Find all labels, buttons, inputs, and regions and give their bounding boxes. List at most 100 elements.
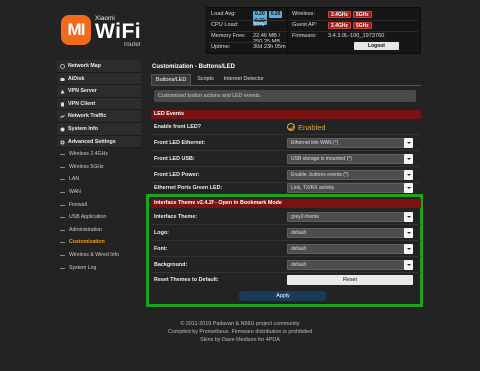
sidebar-item-aidisk[interactable]: AiDisk	[57, 72, 141, 86]
enable-led-value: Enabled	[298, 122, 326, 132]
client-icon	[61, 102, 64, 107]
check-circle-icon	[287, 123, 295, 131]
led-power-label: Front LED Power:	[154, 172, 200, 178]
info-icon	[60, 127, 65, 132]
wireless-label: Wireless:	[292, 11, 315, 17]
map-icon	[60, 64, 65, 69]
guest-2g-badge[interactable]: 2.4GHz	[328, 22, 351, 29]
wireless-5g-badge[interactable]: 5GHz	[352, 11, 372, 18]
logo-select[interactable]: default	[287, 228, 413, 238]
led-ethernet-select[interactable]: Ethernet link WAN (*)	[287, 138, 413, 148]
cpu-load-label: CPU Load:	[211, 22, 239, 28]
sidebar-item-network-traffic[interactable]: Network Traffic	[57, 110, 141, 123]
sidebar-item-vpn-client[interactable]: VPN Client	[57, 97, 141, 111]
chevron-down-icon	[404, 260, 413, 270]
led-ports-label: Ethernet Ports Green LED:	[154, 185, 223, 191]
uptime-label: Uptime:	[211, 44, 231, 50]
enable-led-toggle[interactable]: Enabled	[287, 122, 326, 132]
background-select[interactable]: default	[287, 260, 413, 270]
chevron-down-icon	[404, 154, 413, 164]
led-usb-row: Front LED USB: USB storage is mounted (*…	[151, 151, 421, 167]
apply-button[interactable]: Apply	[239, 291, 327, 301]
font-row: Font: default	[151, 241, 421, 257]
chevron-down-icon	[404, 183, 413, 193]
chevron-down-icon	[404, 170, 413, 180]
sidebar-sub-usb-application[interactable]: USB Application	[57, 211, 141, 224]
mi-logo-mark: MI	[61, 15, 91, 45]
guest-5g-badge[interactable]: 5GHz	[352, 22, 372, 29]
background-row: Background: default	[151, 257, 421, 273]
info-message: Customized button actions and LED events…	[154, 90, 416, 102]
chevron-down-icon	[404, 244, 413, 254]
system-status-panel: Load Avg: 0.20 0.200.22 CPU Load: 30% Mem…	[206, 7, 298, 54]
sidebar-sub-wan[interactable]: WAN	[57, 185, 141, 199]
sidebar: Network Map AiDisk VPN Server VPN Client…	[57, 60, 141, 275]
sidebar-sub-wireless-5[interactable]: Wireless 5GHz	[57, 160, 141, 174]
reset-button[interactable]: Reset	[287, 275, 413, 285]
logout-button[interactable]: Logout	[354, 42, 399, 50]
sidebar-sub-firewall[interactable]: Firewall	[57, 198, 141, 212]
chevron-down-icon	[404, 138, 413, 148]
select-value: Link, TX/RX activity	[291, 185, 335, 191]
sidebar-sub-system-log[interactable]: System Log	[57, 261, 141, 275]
sidebar-item-network-map[interactable]: Network Map	[57, 60, 141, 73]
select-value: grey2-theme	[291, 214, 320, 220]
sidebar-sub-lan[interactable]: LAN	[57, 173, 141, 186]
traffic-icon	[60, 115, 65, 119]
reset-row: Reset Themes to Default: Reset	[151, 272, 421, 288]
theme-label: Interface Theme:	[154, 214, 198, 220]
sidebar-item-label: System Info	[68, 125, 99, 132]
select-value: Enable, buttons events (*)	[291, 172, 349, 178]
logo-label: Logo:	[154, 230, 169, 236]
tab-divider	[151, 85, 421, 86]
load-avg-5: 0.20	[268, 11, 283, 18]
sidebar-item-label: Network Traffic	[68, 113, 107, 120]
sidebar-sub-customization[interactable]: Customization	[57, 236, 141, 249]
tab-scripts[interactable]: Scripts	[193, 74, 217, 85]
wireless-2g-badge[interactable]: 2.4GHz	[328, 11, 351, 18]
background-label: Background:	[154, 262, 188, 268]
footer-compiled: Compiled by Prometheus. Firmware distrib…	[167, 329, 313, 335]
gear-icon	[60, 140, 65, 145]
logo-row: Logo: default	[151, 225, 421, 241]
led-power-select[interactable]: Enable, buttons events (*)	[287, 170, 413, 180]
wireless-badges: 2.4GHz 5GHz	[328, 11, 374, 18]
sidebar-sub-administration[interactable]: Administration	[57, 223, 141, 237]
led-usb-select[interactable]: USB storage is mounted (*)	[287, 154, 413, 164]
tab-buttons-led[interactable]: Buttons/LED	[151, 74, 192, 85]
sidebar-item-vpn-server[interactable]: VPN Server	[57, 85, 141, 98]
sidebar-item-advanced-settings[interactable]: Advanced Settings	[57, 135, 141, 149]
load-avg-1: 0.20	[253, 11, 267, 18]
tab-internet-detector[interactable]: Internet Detector	[220, 74, 268, 85]
sidebar-item-label: AiDisk	[68, 75, 85, 82]
led-ports-select[interactable]: Link, TX/RX activity	[287, 183, 413, 193]
sidebar-sub-wireless-wired-info[interactable]: Wireless & Wired Info	[57, 248, 141, 262]
led-ethernet-row: Front LED Ethernet: Ethernet link WAN (*…	[151, 135, 421, 151]
sidebar-item-system-info[interactable]: System Info	[57, 122, 141, 136]
sidebar-item-label: VPN Client	[68, 100, 96, 107]
sidebar-sub-wireless-24[interactable]: Wireless 2.4GHz	[57, 148, 141, 161]
server-icon	[60, 89, 65, 94]
chevron-down-icon	[404, 228, 413, 238]
font-select[interactable]: default	[287, 244, 413, 254]
page-title: Customization - Buttons/LED	[152, 64, 235, 70]
select-value: Ethernet link WAN (*)	[291, 140, 339, 146]
tab-bar: Buttons/LED Scripts Internet Detector	[151, 74, 270, 85]
uptime-value: 30d 23h 05m	[253, 44, 286, 50]
logo-router-text: router	[124, 41, 141, 48]
sidebar-item-label: Advanced Settings	[68, 138, 116, 145]
select-value: default	[291, 230, 307, 236]
guest-ap-badges: 2.4GHz 5GHz	[328, 22, 374, 29]
enable-led-row: Enable front LED? Enabled	[151, 119, 421, 135]
select-value: default	[291, 262, 307, 268]
led-usb-label: Front LED USB:	[154, 156, 195, 162]
xiaomi-wifi-logo: MI Xiaomi WiFi router	[61, 12, 153, 48]
select-value: default	[291, 246, 307, 252]
sidebar-item-label: Network Map	[68, 63, 101, 69]
firmware-value: 3.4.3.9L-100_1973760	[328, 33, 385, 39]
memory-free-label: Memory Free:	[211, 33, 246, 39]
enable-led-label: Enable front LED?	[154, 124, 202, 130]
select-value: USB storage is mounted (*)	[291, 156, 352, 162]
theme-select[interactable]: grey2-theme	[287, 212, 413, 222]
font-label: Font:	[154, 246, 168, 252]
